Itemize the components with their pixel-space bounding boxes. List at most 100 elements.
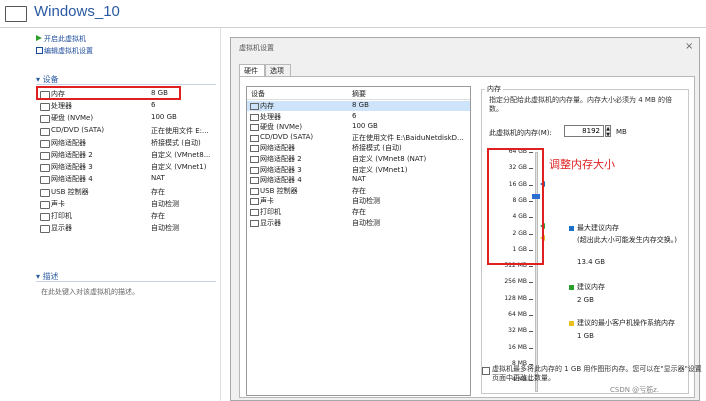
hardware-value: 6 — [352, 111, 357, 120]
device-row[interactable]: 网络适配器 3 自定义 (VMnet1) — [36, 162, 220, 173]
device-row[interactable]: USB 控制器 存在 — [36, 187, 220, 198]
hardware-name: 网络适配器 — [260, 144, 295, 153]
title-divider — [0, 27, 706, 28]
power-on-link[interactable]: 开启此虚拟机 — [44, 34, 86, 44]
memory-field-label: 此虚拟机的内存(M): — [489, 129, 552, 137]
hardware-row[interactable]: USB 控制器 存在 — [247, 186, 470, 196]
usb-icon — [40, 188, 50, 197]
device-value: 6 — [151, 101, 156, 110]
scale-tick-label: 128 MB — [504, 294, 527, 302]
device-value: 自动检测 — [151, 224, 179, 233]
header-summary[interactable]: 摘要 — [352, 89, 366, 99]
hardware-row[interactable]: 内存 8 GB — [247, 101, 470, 111]
hardware-value: 自定义 (VMnet8 (NAT) — [352, 155, 427, 163]
description-divider — [36, 281, 216, 282]
memory-highlight-box — [36, 86, 181, 100]
devices-title-text: 设备 — [42, 75, 59, 84]
hardware-name: 内存 — [260, 102, 274, 110]
memory-legend: 内存 — [485, 84, 503, 94]
device-row[interactable]: 处理器 6 — [36, 101, 220, 112]
legend-min-value: 1 GB — [577, 332, 594, 340]
hardware-row[interactable]: 硬盘 (NVMe) 100 GB — [247, 122, 470, 132]
page-title: Windows_10 — [34, 3, 120, 20]
hardware-row[interactable]: 处理器 6 — [247, 112, 470, 122]
hardware-row[interactable]: 网络适配器 4 NAT — [247, 175, 470, 185]
device-value: 正在使用文件 E:... — [151, 126, 209, 135]
scale-tick — [529, 315, 533, 316]
network-icon — [40, 176, 50, 185]
device-name: USB 控制器 — [51, 187, 89, 196]
device-value: 100 GB — [151, 113, 177, 122]
device-row[interactable]: 声卡 自动检测 — [36, 199, 220, 210]
hardware-value: 桥接模式 (自动) — [352, 144, 402, 153]
hardware-row[interactable]: 网络适配器 桥接模式 (自动) — [247, 143, 470, 153]
device-row[interactable]: CD/DVD (SATA) 正在使用文件 E:... — [36, 126, 220, 137]
hardware-row[interactable]: 网络适配器 3 自定义 (VMnet1) — [247, 165, 470, 175]
device-row[interactable]: 显示器 自动检测 — [36, 223, 220, 234]
hardware-name: 网络适配器 3 — [260, 165, 302, 174]
hardware-name: 硬盘 (NVMe) — [260, 123, 303, 132]
device-row[interactable]: 硬盘 (NVMe) 100 GB — [36, 113, 220, 124]
hardware-row[interactable]: 打印机 存在 — [247, 207, 470, 217]
scale-tick — [529, 331, 533, 333]
cd-icon — [40, 127, 50, 136]
device-name: 处理器 — [51, 102, 72, 111]
panel-divider — [220, 28, 221, 401]
play-icon — [36, 35, 42, 41]
legend-max-color — [569, 226, 574, 231]
cd-icon — [250, 134, 259, 142]
hardware-row[interactable]: 网络适配器 2 自定义 (VMnet8 (NAT) — [247, 154, 470, 164]
device-row[interactable]: 打印机 存在 — [36, 211, 220, 222]
hardware-list: 设备 摘要 内存 8 GB 处理器 6 硬盘 (NVMe) 100 GB CD/DVD (S… — [246, 86, 471, 396]
network-icon — [250, 145, 259, 153]
hardware-value: 自动检测 — [352, 218, 380, 227]
hardware-name: 显示器 — [260, 218, 281, 227]
device-value: 存在 — [151, 187, 165, 196]
info-icon — [482, 367, 490, 375]
device-row[interactable]: 网络适配器 桥接模式 (自动) — [36, 138, 220, 149]
description-title-text: 描述 — [42, 272, 59, 281]
memory-icon — [250, 103, 259, 110]
description-placeholder[interactable]: 在此处键入对该虚拟机的描述。 — [41, 287, 139, 297]
list-header: 设备 摘要 — [247, 87, 470, 100]
edit-settings-link[interactable]: 编辑虚拟机设置 — [44, 46, 93, 56]
close-icon[interactable]: × — [685, 41, 693, 52]
device-name: 网络适配器 2 — [51, 151, 93, 159]
cpu-icon — [250, 113, 259, 121]
device-value: 桥接模式 (自动) — [151, 138, 201, 147]
device-name: 显示器 — [51, 224, 72, 233]
hardware-row[interactable]: 显示器 自动检测 — [247, 218, 470, 228]
legend-max-detail: (超出此大小可能发生内存交换。) — [577, 236, 677, 244]
memory-stepper[interactable]: ▲ ▼ — [605, 125, 611, 138]
network-icon — [40, 139, 50, 148]
device-row[interactable]: 网络适配器 4 NAT — [36, 174, 220, 185]
sound-icon — [250, 198, 259, 206]
disk-icon — [250, 124, 259, 132]
device-value: 自定义 (VMnet8... — [151, 151, 211, 159]
hardware-name: 声卡 — [260, 197, 274, 206]
legend-recommended-value: 2 GB — [577, 296, 594, 304]
dialog-title: 虚拟机设置 — [239, 44, 274, 52]
cpu-icon — [40, 103, 50, 112]
scale-tick-label: 16 MB — [508, 343, 527, 351]
network-icon — [40, 164, 50, 173]
hardware-value: 自定义 (VMnet1) — [352, 165, 408, 174]
device-value: 自动检测 — [151, 199, 179, 208]
hardware-name: 网络适配器 4 — [260, 176, 302, 185]
device-row[interactable]: 网络适配器 2 自定义 (VMnet8... — [36, 150, 220, 161]
hardware-value: 8 GB — [352, 101, 369, 109]
hardware-value: 存在 — [352, 186, 366, 195]
display-icon — [40, 225, 50, 234]
graphics-memory-note: 虚拟机最多将此内存的 1 GB 用作图形内存。您可以在"显示器"设置页面中更改此… — [492, 365, 702, 382]
hardware-name: CD/DVD (SATA) — [260, 132, 314, 141]
hardware-value: 100 GB — [352, 122, 378, 131]
hardware-row[interactable]: 声卡 自动检测 — [247, 196, 470, 206]
memory-input[interactable] — [564, 125, 604, 137]
scale-tick — [529, 266, 533, 268]
scale-tick — [529, 298, 533, 300]
devices-divider — [36, 84, 216, 85]
device-name: CD/DVD (SATA) — [51, 125, 105, 134]
header-device[interactable]: 设备 — [251, 89, 265, 99]
network-icon — [250, 156, 259, 163]
hardware-row[interactable]: CD/DVD (SATA) 正在使用文件 E:\BaiduNetdiskD... — [247, 133, 470, 143]
